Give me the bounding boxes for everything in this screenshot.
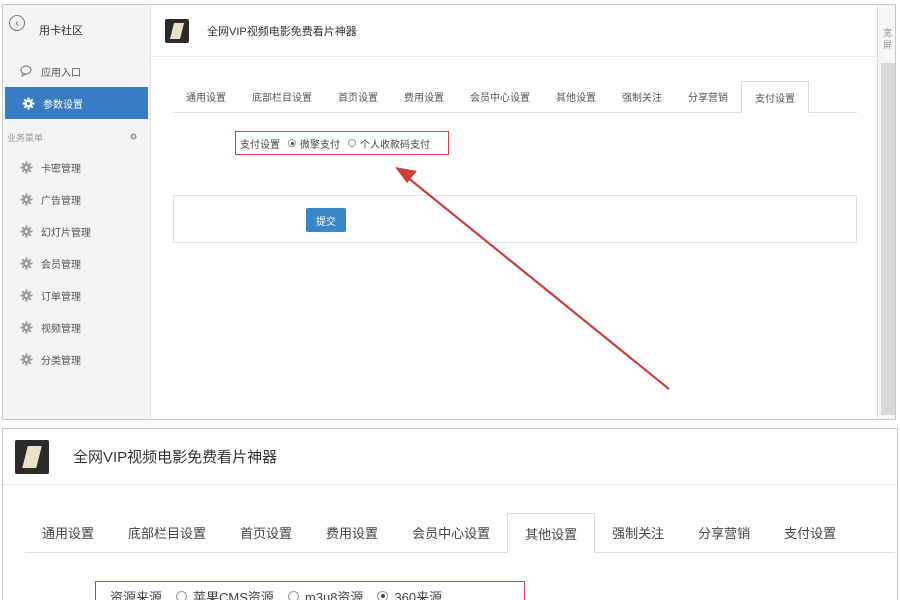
scrollbar[interactable] bbox=[881, 63, 895, 415]
tab-other-settings[interactable]: 其他设置 bbox=[507, 513, 596, 553]
gear-icon bbox=[19, 224, 33, 238]
sidebar-item-label: 卡密管理 bbox=[41, 163, 81, 175]
sidebar-item-label: 幻灯片管理 bbox=[41, 227, 91, 239]
section-label: 业务菜单 bbox=[7, 132, 44, 143]
radio-label: 360来源 bbox=[394, 589, 443, 600]
sidebar-item-app-entry[interactable]: 应用入口 bbox=[3, 55, 150, 87]
chat-bubble-icon bbox=[19, 64, 33, 78]
radio-label: m3u8资源 bbox=[304, 589, 364, 600]
radio-label: 苹果CMS资源 bbox=[193, 589, 274, 600]
sidebar-item-card-management[interactable]: 卡密管理 bbox=[3, 151, 150, 183]
radio-apple-cms[interactable] bbox=[176, 590, 188, 600]
tab-general-settings[interactable]: 通用设置 bbox=[173, 81, 239, 112]
sidebar-section-business: 业务菜单 bbox=[3, 123, 150, 151]
sidebar-item-ad-management[interactable]: 广告管理 bbox=[3, 183, 150, 215]
gear-icon bbox=[19, 352, 33, 366]
gear-icon bbox=[19, 320, 33, 334]
radio-label: 微擎支付 bbox=[300, 139, 340, 151]
tab-force-follow[interactable]: 强制关注 bbox=[595, 513, 681, 552]
gear-icon bbox=[19, 160, 33, 174]
tab-share-marketing[interactable]: 分享营销 bbox=[681, 513, 767, 552]
tab-payment-settings[interactable]: 支付设置 bbox=[767, 513, 853, 552]
section-gear-icon[interactable] bbox=[129, 132, 138, 143]
tab-bottom-bar-settings[interactable]: 底部栏目设置 bbox=[111, 513, 223, 552]
sidebar-item-label: 会员管理 bbox=[41, 259, 81, 271]
sidebar-item-label: 应用入口 bbox=[41, 67, 81, 79]
payment-setting-row: 支付设置 微擎支付 个人收款码支付 bbox=[235, 131, 449, 155]
app-logo-icon bbox=[165, 18, 189, 43]
tab-fee-settings[interactable]: 费用设置 bbox=[391, 81, 457, 112]
tab-force-follow[interactable]: 强制关注 bbox=[609, 81, 675, 112]
tab-share-marketing[interactable]: 分享营销 bbox=[675, 81, 741, 112]
sidebar-item-label: 参数设置 bbox=[43, 99, 83, 111]
sidebar-item-category-management[interactable]: 分类管理 bbox=[3, 343, 150, 375]
app-header: 全网VIP视频电影免费看片神器 bbox=[151, 5, 877, 57]
tab-bottom-bar-settings[interactable]: 底部栏目设置 bbox=[239, 81, 325, 112]
app-title: 全网VIP视频电影免费看片神器 bbox=[207, 25, 357, 38]
source-label: 资源来源 bbox=[110, 589, 163, 600]
main-content: 全网VIP视频电影免费看片神器 通用设置 底部栏目设置 首页设置 费用设置 会员… bbox=[151, 5, 877, 419]
right-scroll-strip: 宽屏 bbox=[877, 5, 895, 419]
brand-name: 用卡社区 bbox=[39, 25, 83, 37]
sidebar-item-member-management[interactable]: 会员管理 bbox=[3, 247, 150, 279]
tab-other-settings[interactable]: 其他设置 bbox=[543, 81, 609, 112]
tab-home-settings[interactable]: 首页设置 bbox=[223, 513, 309, 552]
sidebar-item-label: 订单管理 bbox=[41, 291, 81, 303]
tab-member-center-settings[interactable]: 会员中心设置 bbox=[395, 513, 507, 552]
gear-icon bbox=[19, 192, 33, 206]
submit-button[interactable]: 提交 bbox=[306, 208, 346, 232]
tab-general-settings[interactable]: 通用设置 bbox=[25, 513, 111, 552]
radio-360-source[interactable] bbox=[377, 590, 389, 600]
resource-source-row: 资源来源 苹果CMS资源 m3u8资源 360来源 bbox=[95, 581, 525, 600]
gear-icon bbox=[19, 288, 33, 302]
settings-tabs: 通用设置 底部栏目设置 首页设置 费用设置 会员中心设置 其他设置 强制关注 分… bbox=[173, 81, 857, 113]
tab-fee-settings[interactable]: 费用设置 bbox=[309, 513, 395, 552]
sidebar-item-video-management[interactable]: 视频管理 bbox=[3, 311, 150, 343]
sidebar-item-slideshow-management[interactable]: 幻灯片管理 bbox=[3, 215, 150, 247]
tab-payment-settings[interactable]: 支付设置 bbox=[741, 81, 809, 113]
sidebar-item-order-management[interactable]: 订单管理 bbox=[3, 279, 150, 311]
app-header: 全网VIP视频电影免费看片神器 bbox=[3, 429, 897, 485]
back-arrow-icon[interactable]: ‹ bbox=[9, 15, 25, 31]
radio-label: 个人收款码支付 bbox=[360, 139, 430, 151]
bottom-screenshot-panel: 全网VIP视频电影免费看片神器 通用设置 底部栏目设置 首页设置 费用设置 会员… bbox=[2, 428, 898, 600]
sidebar-item-label: 分类管理 bbox=[41, 355, 81, 367]
tab-home-settings[interactable]: 首页设置 bbox=[325, 81, 391, 112]
gear-icon bbox=[21, 96, 35, 110]
widescreen-toggle[interactable]: 宽屏 bbox=[883, 27, 893, 51]
tab-member-center-settings[interactable]: 会员中心设置 bbox=[457, 81, 543, 112]
sidebar-brand: ‹ 用卡社区 bbox=[3, 5, 150, 55]
app-title: 全网VIP视频电影免费看片神器 bbox=[73, 449, 278, 466]
top-screenshot-panel: ‹ 用卡社区 应用入口 参数设置 业务菜单 卡密管理 广告管理 幻灯片管理 会员… bbox=[2, 4, 896, 420]
radio-personal-qr-pay[interactable] bbox=[348, 139, 356, 147]
sidebar-item-label: 广告管理 bbox=[41, 195, 81, 207]
sidebar: ‹ 用卡社区 应用入口 参数设置 业务菜单 卡密管理 广告管理 幻灯片管理 会员… bbox=[3, 5, 151, 419]
app-logo-icon bbox=[15, 439, 49, 474]
submit-area: 提交 bbox=[173, 195, 857, 243]
payment-label: 支付设置 bbox=[240, 139, 280, 151]
radio-m3u8[interactable] bbox=[287, 590, 299, 600]
gear-icon bbox=[19, 256, 33, 270]
radio-wechat-pay[interactable] bbox=[288, 139, 296, 147]
settings-tabs: 通用设置 底部栏目设置 首页设置 费用设置 会员中心设置 其他设置 强制关注 分… bbox=[25, 513, 895, 553]
sidebar-item-label: 视频管理 bbox=[41, 323, 81, 335]
sidebar-item-param-settings[interactable]: 参数设置 bbox=[5, 87, 148, 119]
